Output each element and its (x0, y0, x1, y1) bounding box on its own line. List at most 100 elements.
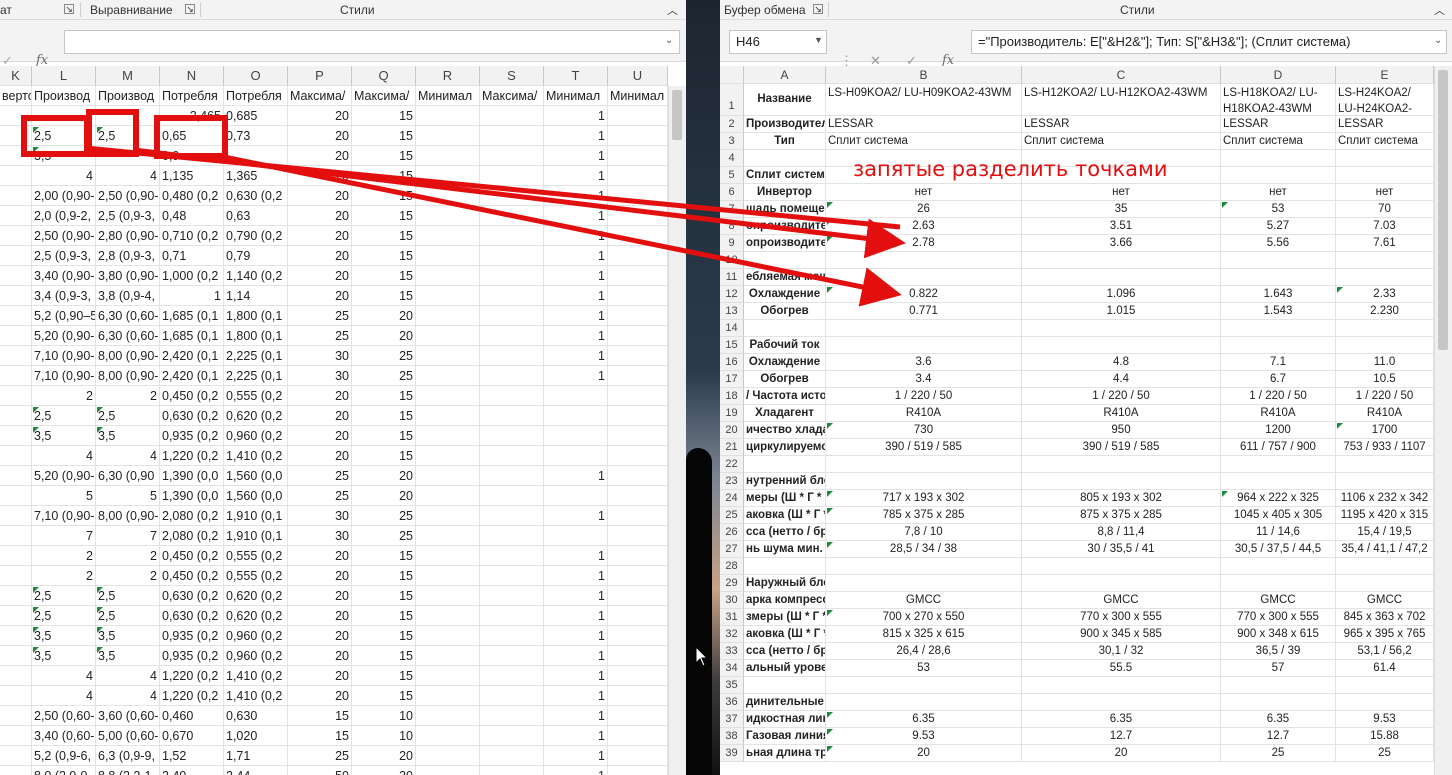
cell[interactable]: 70 (1336, 201, 1434, 218)
cell[interactable] (826, 558, 1022, 575)
cell[interactable] (608, 586, 668, 606)
cell[interactable] (1221, 167, 1336, 184)
cell[interactable] (608, 246, 668, 266)
column-header-E[interactable]: E (1336, 66, 1434, 84)
cell[interactable]: 2 (32, 566, 96, 586)
cell[interactable] (826, 456, 1022, 473)
cell[interactable] (480, 126, 544, 146)
row-label-cell[interactable]: ебляемая мощн (744, 269, 826, 286)
cell[interactable]: 15 (352, 606, 416, 626)
cell[interactable]: 0,630 (224, 706, 288, 726)
cell[interactable]: 2,49 (160, 766, 224, 775)
caption-cell[interactable]: Максима/ (288, 86, 352, 106)
cell[interactable]: 5,20 (0,90- (32, 466, 96, 486)
cell[interactable]: 30 (288, 366, 352, 386)
cell[interactable]: 25 (352, 346, 416, 366)
cell[interactable] (608, 606, 668, 626)
cell[interactable]: 753 / 933 / 1107 (1336, 439, 1434, 456)
cell[interactable]: 1,800 (0,1 (224, 306, 288, 326)
cell[interactable] (0, 126, 32, 146)
column-header-Q[interactable]: Q (352, 66, 416, 86)
cell[interactable]: 3,5 (96, 646, 160, 666)
cell[interactable]: 20 (288, 666, 352, 686)
cell[interactable] (416, 286, 480, 306)
cell[interactable] (0, 226, 32, 246)
cell[interactable] (0, 186, 32, 206)
cell[interactable]: 2,5 (96, 606, 160, 626)
cell[interactable] (544, 446, 608, 466)
cell[interactable]: 35 (1022, 201, 1221, 218)
cell[interactable]: LESSAR (1022, 116, 1221, 133)
cell[interactable]: 8,00 (0,90- (96, 346, 160, 366)
cell[interactable]: 7 (96, 526, 160, 546)
cell[interactable]: 15 (352, 226, 416, 246)
cell[interactable]: 7.61 (1336, 235, 1434, 252)
column-header-L[interactable]: L (32, 66, 96, 86)
cell[interactable]: 0,935 (0,2 (160, 646, 224, 666)
cell[interactable] (0, 206, 32, 226)
dialog-launcher-icon[interactable]: ↘ (813, 4, 823, 14)
cell[interactable] (0, 726, 32, 746)
row-number[interactable]: 38 (720, 728, 744, 745)
cell[interactable] (416, 466, 480, 486)
cell[interactable]: 1 (544, 126, 608, 146)
cell[interactable]: 875 x 375 x 285 (1022, 507, 1221, 524)
row-number[interactable]: 37 (720, 711, 744, 728)
row-label-cell[interactable]: ичество хладаге (744, 422, 826, 439)
cell[interactable]: 950 (1022, 422, 1221, 439)
row-number[interactable]: 26 (720, 524, 744, 541)
cell[interactable]: 20 (288, 286, 352, 306)
cell[interactable]: 1.015 (1022, 303, 1221, 320)
cell[interactable] (608, 306, 668, 326)
cell[interactable]: 1,410 (0,2 (224, 686, 288, 706)
cell[interactable]: 0,73 (224, 126, 288, 146)
cell[interactable]: 1 (544, 366, 608, 386)
cell[interactable] (1022, 558, 1221, 575)
cell[interactable] (480, 206, 544, 226)
cell[interactable]: 2.230 (1336, 303, 1434, 320)
cell[interactable] (608, 706, 668, 726)
cell[interactable]: 5.27 (1221, 218, 1336, 235)
cell[interactable]: 15 (352, 426, 416, 446)
cell[interactable] (826, 677, 1022, 694)
caption-cell[interactable]: Максима/ (480, 86, 544, 106)
cell[interactable] (0, 146, 32, 166)
formula-input[interactable] (64, 30, 680, 54)
row-label-cell[interactable]: нь шума мин. / (744, 541, 826, 558)
row-number[interactable]: 22 (720, 456, 744, 473)
cell[interactable]: 1 (544, 506, 608, 526)
cell[interactable] (224, 146, 288, 166)
cell[interactable]: 2,465 (160, 106, 224, 126)
cell[interactable]: 8,00 (0,90- (96, 506, 160, 526)
cell[interactable]: 15 (352, 566, 416, 586)
cell[interactable]: 1 (544, 246, 608, 266)
cell[interactable]: 3,5 (32, 626, 96, 646)
cell[interactable]: 10 (352, 706, 416, 726)
cell[interactable]: 770 x 300 x 555 (1022, 609, 1221, 626)
row-label-cell[interactable]: Название (744, 84, 826, 116)
column-header-R[interactable]: R (416, 66, 480, 86)
cell[interactable]: 3,5 (32, 426, 96, 446)
cell[interactable]: 20 (288, 186, 352, 206)
cell[interactable]: 25 (352, 366, 416, 386)
cell[interactable]: 785 x 375 x 285 (826, 507, 1022, 524)
row-number[interactable]: 16 (720, 354, 744, 371)
cell[interactable]: 7,10 (0,90- (32, 366, 96, 386)
row-number[interactable]: 11 (720, 269, 744, 286)
cell[interactable] (0, 666, 32, 686)
cell[interactable] (1221, 575, 1336, 592)
cell[interactable]: 15 (352, 206, 416, 226)
cell[interactable]: LESSAR (826, 116, 1022, 133)
cell[interactable]: 1 (544, 166, 608, 186)
cell[interactable]: 1,000 (0,2 (160, 266, 224, 286)
cell[interactable]: 4.8 (1022, 354, 1221, 371)
cell[interactable] (608, 766, 668, 775)
cell[interactable] (416, 726, 480, 746)
cell[interactable] (1022, 677, 1221, 694)
row-number[interactable]: 14 (720, 320, 744, 337)
row-number[interactable]: 36 (720, 694, 744, 711)
cell[interactable]: 30 (288, 506, 352, 526)
row-number[interactable]: 23 (720, 473, 744, 490)
cell[interactable]: 2,0 (0,9-2, (32, 206, 96, 226)
cell[interactable]: 3,5 (32, 146, 96, 166)
